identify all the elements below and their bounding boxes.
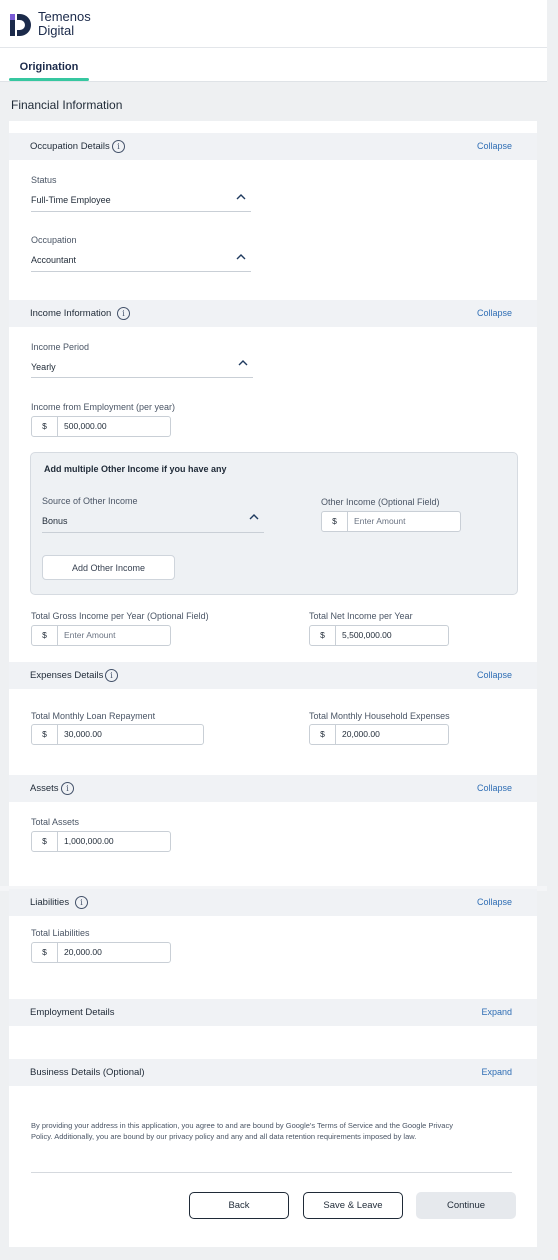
occupation-underline	[31, 271, 251, 272]
status-underline	[31, 211, 251, 212]
employment-income-input[interactable]: $ 500,000.00	[31, 416, 171, 437]
other-income-input[interactable]: $ Enter Amount	[321, 511, 461, 532]
employment-section-header: Employment Details Expand	[9, 999, 537, 1026]
chevron-up-icon[interactable]	[238, 360, 248, 366]
total-liabilities-input[interactable]: $ 20,000.00	[31, 942, 171, 963]
status-label: Status	[31, 175, 57, 185]
input-placeholder: Enter Amount	[64, 630, 116, 640]
section-title: Income Information	[30, 308, 112, 319]
brand-line-2: Digital	[38, 23, 75, 38]
gross-income-input[interactable]: $ Enter Amount	[31, 625, 171, 646]
occupation-select[interactable]: Accountant	[31, 255, 76, 265]
info-icon[interactable]: i	[61, 782, 74, 795]
liabilities-section-header: Liabilities i Collapse	[9, 889, 537, 916]
expand-link[interactable]: Expand	[481, 1007, 512, 1017]
income-period-select[interactable]: Yearly	[31, 362, 56, 372]
brand-name: Temenos Digital	[38, 10, 91, 38]
add-other-income-button[interactable]: Add Other Income	[42, 555, 175, 580]
page-title: Financial Information	[11, 98, 123, 112]
collapse-link[interactable]: Collapse	[477, 141, 512, 151]
back-button[interactable]: Back	[189, 1192, 289, 1219]
loan-repayment-input[interactable]: $ 30,000.00	[31, 724, 204, 745]
total-assets-input[interactable]: $ 1,000,000.00	[31, 831, 171, 852]
temenos-logo-icon	[10, 14, 31, 36]
other-income-heading: Add multiple Other Income if you have an…	[44, 464, 227, 474]
info-icon[interactable]: i	[117, 307, 130, 320]
source-other-income-select[interactable]: Bonus	[42, 516, 68, 526]
household-expenses-label: Total Monthly Household Expenses	[309, 711, 450, 721]
currency-symbol: $	[310, 626, 336, 645]
brand-line-1: Temenos	[38, 9, 91, 24]
employment-income-label: Income from Employment (per year)	[31, 402, 176, 412]
expenses-section-header: Expenses Details i Collapse	[9, 662, 537, 689]
chevron-up-icon[interactable]	[249, 514, 259, 520]
section-title: Expenses Details	[30, 670, 104, 681]
business-section-header: Business Details (Optional) Expand	[9, 1059, 537, 1086]
save-and-leave-button[interactable]: Save & Leave	[303, 1192, 403, 1219]
privacy-disclaimer: By providing your address in this applic…	[31, 1121, 453, 1141]
occupation-section-header: Occupation Details i Collapse	[9, 133, 537, 160]
status-select[interactable]: Full-Time Employee	[31, 195, 111, 205]
collapse-link[interactable]: Collapse	[477, 783, 512, 793]
section-title: Business Details (Optional)	[30, 1067, 145, 1078]
net-income-label: Total Net Income per Year	[309, 611, 413, 621]
total-liabilities-label: Total Liabilities	[31, 928, 90, 938]
income-section-header: Income Information i Collapse	[9, 300, 537, 327]
continue-button[interactable]: Continue	[416, 1192, 516, 1219]
expand-link[interactable]: Expand	[481, 1067, 512, 1077]
input-value: 5,500,000.00	[342, 630, 392, 640]
currency-symbol: $	[32, 943, 58, 962]
info-icon[interactable]: i	[112, 140, 125, 153]
currency-symbol: $	[32, 626, 58, 645]
input-value: 1,000,000.00	[64, 836, 114, 846]
loan-repayment-label: Total Monthly Loan Repayment	[31, 711, 156, 721]
section-title: Employment Details	[30, 1007, 115, 1018]
source-underline	[42, 532, 264, 533]
income-period-label: Income Period	[31, 342, 90, 352]
collapse-link[interactable]: Collapse	[477, 897, 512, 907]
currency-symbol: $	[310, 725, 336, 744]
info-icon[interactable]: i	[75, 896, 88, 909]
gross-income-label: Total Gross Income per Year (Optional Fi…	[31, 611, 209, 621]
assets-section-header: Assets i Collapse	[9, 775, 537, 802]
net-income-input[interactable]: $ 5,500,000.00	[309, 625, 449, 646]
collapse-link[interactable]: Collapse	[477, 670, 512, 680]
occupation-label: Occupation	[31, 235, 77, 245]
household-expenses-input[interactable]: $ 20,000.00	[309, 724, 449, 745]
tab-bar: Origination	[0, 48, 547, 82]
collapse-link[interactable]: Collapse	[477, 308, 512, 318]
currency-symbol: $	[32, 832, 58, 851]
app-header: Temenos Digital	[0, 0, 547, 48]
other-income-label: Other Income (Optional Field)	[321, 497, 440, 507]
footer-divider	[31, 1172, 512, 1173]
total-assets-label: Total Assets	[31, 817, 80, 827]
input-value: 500,000.00	[64, 421, 107, 431]
input-value: 30,000.00	[64, 729, 102, 739]
info-icon[interactable]: i	[105, 669, 118, 682]
section-title: Occupation Details	[30, 141, 110, 152]
input-placeholder: Enter Amount	[354, 516, 406, 526]
source-other-income-label: Source of Other Income	[42, 496, 138, 506]
currency-symbol: $	[32, 417, 58, 436]
chevron-up-icon[interactable]	[236, 194, 246, 200]
currency-symbol: $	[322, 512, 348, 531]
chevron-up-icon[interactable]	[236, 254, 246, 260]
input-value: 20,000.00	[342, 729, 380, 739]
section-title: Liabilities	[30, 897, 70, 908]
section-title: Assets	[30, 783, 59, 794]
currency-symbol: $	[32, 725, 58, 744]
income-period-underline	[31, 377, 253, 378]
tab-origination[interactable]: Origination	[9, 48, 89, 82]
active-tab-indicator	[9, 78, 89, 81]
input-value: 20,000.00	[64, 947, 102, 957]
